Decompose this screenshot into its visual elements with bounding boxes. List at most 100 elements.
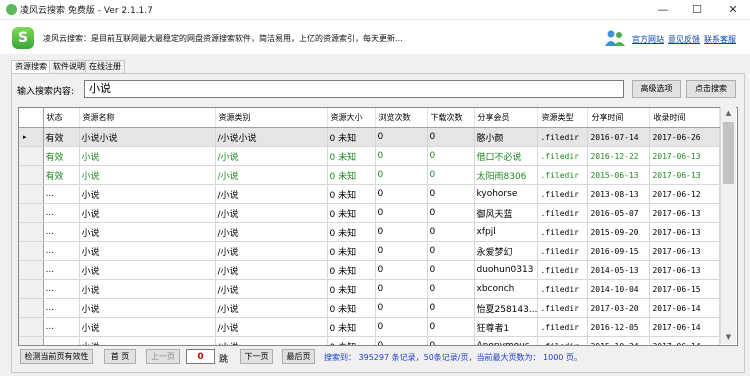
row-header[interactable] [19, 260, 44, 280]
table-cell: 小说小说 [79, 127, 216, 147]
column-header[interactable]: 分享时间 [587, 108, 651, 128]
table-cell: .filedir [537, 317, 589, 337]
table-row[interactable]: ... 小说/小说 0 未知 0 0 duohun0313 .filedir 2014-05-… [19, 260, 721, 280]
row-header[interactable] [19, 165, 44, 185]
scroll-up-icon[interactable]: ▲ [721, 107, 736, 120]
table-cell: 0 [375, 127, 428, 147]
column-header[interactable]: 下载次数 [427, 108, 475, 128]
column-header[interactable]: 资源大小 [327, 108, 376, 128]
table-cell: 小说 [79, 184, 216, 204]
row-header[interactable] [19, 279, 44, 299]
column-header[interactable]: 分享会员 [474, 108, 539, 128]
table-cell: 2017-06-13 [649, 165, 721, 185]
table-cell: 借口不必说 [474, 146, 539, 166]
scroll-down-icon[interactable]: ▼ [721, 331, 736, 344]
row-header[interactable] [19, 184, 44, 204]
page-number-input[interactable]: 0 [186, 349, 215, 364]
table-cell: 0 [427, 317, 475, 337]
prev-page-button[interactable]: 上一页 [146, 349, 180, 364]
table-row[interactable]: ... 小说/小说 0 未知 0 0 xfpjl .filedir 2015-09-20 201… [19, 222, 721, 242]
table-row[interactable]: 有效 小说/小说 0 未知 0 0 借口不必说 .filedir 2016-12-22 2017… [19, 146, 721, 166]
table-cell: 2017-06-15 [649, 279, 721, 299]
table-cell: /小说 [215, 260, 328, 280]
table-cell: 0 [375, 146, 428, 166]
table-cell: 有效 [43, 146, 80, 166]
table-cell: /小说 [215, 241, 328, 261]
current-row-icon[interactable]: ▸ [19, 127, 44, 147]
column-header[interactable]: 资源名称 [79, 108, 216, 128]
table-cell: 2015-10-24 [587, 336, 651, 345]
last-page-button[interactable]: 最后页 [282, 349, 315, 364]
next-page-button[interactable]: 下一页 [240, 349, 273, 364]
advanced-options-button[interactable]: 高级选项 [632, 80, 681, 98]
tab-software-info[interactable]: 软件说明 [49, 60, 89, 73]
logo-icon: S [12, 27, 34, 49]
table-row[interactable]: ... 小说/小说 0 未知 0 0 永爱梦幻 .filedir 2016-09-15 2017… [19, 241, 721, 261]
row-header[interactable] [19, 298, 44, 318]
table-cell: 2016-05-07 [587, 203, 651, 223]
table-cell: 0 未知 [327, 336, 376, 345]
table-cell: /小说 [215, 298, 328, 318]
table-cell: 有效 [43, 127, 80, 147]
table-cell: 2016-12-05 [587, 317, 651, 337]
row-header[interactable] [19, 241, 44, 261]
table-cell: 0 [375, 222, 428, 242]
row-header[interactable] [19, 336, 44, 345]
official-site-link[interactable]: 官方网站 [632, 34, 664, 45]
column-header[interactable]: 浏览次数 [375, 108, 428, 128]
table-cell: 0 未知 [327, 260, 376, 280]
table-row[interactable]: ... 小说/小说 0 未知 0 0 xbconch .filedir 2014-10-04 2… [19, 279, 721, 299]
column-header[interactable]: 资源类型 [537, 108, 589, 128]
maximize-button[interactable]: ☐ [680, 0, 714, 19]
minimize-button[interactable]: — [646, 0, 680, 19]
table-row[interactable]: ... 小说/小说 0 未知 0 0 御风天蓝 .filedir 2016-05-07 2017… [19, 203, 721, 223]
scroll-thumb[interactable] [723, 122, 734, 184]
tab-resource-search[interactable]: 资源搜索 [11, 60, 51, 74]
table-cell: /小说 [215, 222, 328, 242]
column-header[interactable]: 状态 [43, 108, 80, 128]
row-header[interactable] [19, 317, 44, 337]
column-header[interactable]: 资源类别 [215, 108, 328, 128]
table-cell: 0 [375, 317, 428, 337]
table-row[interactable]: ... 小说/小说 0 未知 0 0 狂尊者1 .filedir 2016-12-05 2017… [19, 317, 721, 337]
search-input[interactable]: 小说 [84, 80, 624, 98]
table-cell: 2017-06-14 [649, 298, 721, 318]
feedback-link[interactable]: 意见反馈 [668, 34, 700, 45]
table-row[interactable]: ▸ 有效 小说小说/小说小说 0 未知 0 0 憨小颜 .filedir 2016-07-14 2… [19, 127, 721, 147]
table-cell: .filedir [537, 184, 589, 204]
table-cell: .filedir [537, 127, 589, 147]
row-header[interactable] [19, 222, 44, 242]
table-cell: 0 未知 [327, 146, 376, 166]
table-cell: 0 [427, 279, 475, 299]
first-page-button[interactable]: 首 页 [104, 349, 136, 364]
vertical-scrollbar[interactable]: ▲ ▼ [720, 107, 736, 344]
row-header[interactable] [19, 203, 44, 223]
contact-support-link[interactable]: 联系客服 [704, 34, 736, 45]
table-row[interactable]: ... 小说/小说 0 未知 0 0 kyohorse .filedir 2013-08-13… [19, 184, 721, 204]
table-row[interactable]: 小说/小说0 未知00Anonymous.filedir2015-10-2420… [19, 336, 721, 345]
table-cell: 0 未知 [327, 298, 376, 318]
row-header[interactable] [19, 146, 44, 166]
table-cell: ... [43, 298, 80, 318]
table-cell: 2015-06-13 [587, 165, 651, 185]
title-bar: 凌风云搜索 免费版 - Ver 2.1.1.7 — ☐ ✕ [0, 0, 750, 20]
table-cell: 永爱梦幻 [474, 241, 539, 261]
column-header[interactable]: 收录时间 [649, 108, 721, 128]
table-cell: ... [43, 317, 80, 337]
table-cell: 小说 [79, 241, 216, 261]
table-cell: .filedir [537, 222, 589, 242]
table-cell: 2016-07-14 [587, 127, 651, 147]
table-cell: ... [43, 222, 80, 242]
close-button[interactable]: ✕ [716, 0, 750, 19]
table-row[interactable]: ... 小说/小说 0 未知 0 0 怡夏258143... .filedir 2017-03… [19, 298, 721, 318]
check-validity-button[interactable]: 检测当前页有效性 [20, 349, 93, 364]
table-cell: 2017-06-13 [649, 203, 721, 223]
table-cell: /小说 [215, 317, 328, 337]
table-row[interactable]: 有效 小说/小说 0 未知 0 0 太阳雨8306 .filedir 2015-06-13 20… [19, 165, 721, 185]
search-button[interactable]: 点击搜索 [686, 80, 736, 98]
table-cell: 0 [427, 203, 475, 223]
table-cell: kyohorse [474, 184, 539, 204]
tab-online-register[interactable]: 在线注册 [85, 60, 125, 73]
table-cell: 0 未知 [327, 165, 376, 185]
table-header-row: 状态 资源名称 资源类别 资源大小 浏览次数 下载次数 分享会员 资源类型 分享… [19, 108, 721, 128]
